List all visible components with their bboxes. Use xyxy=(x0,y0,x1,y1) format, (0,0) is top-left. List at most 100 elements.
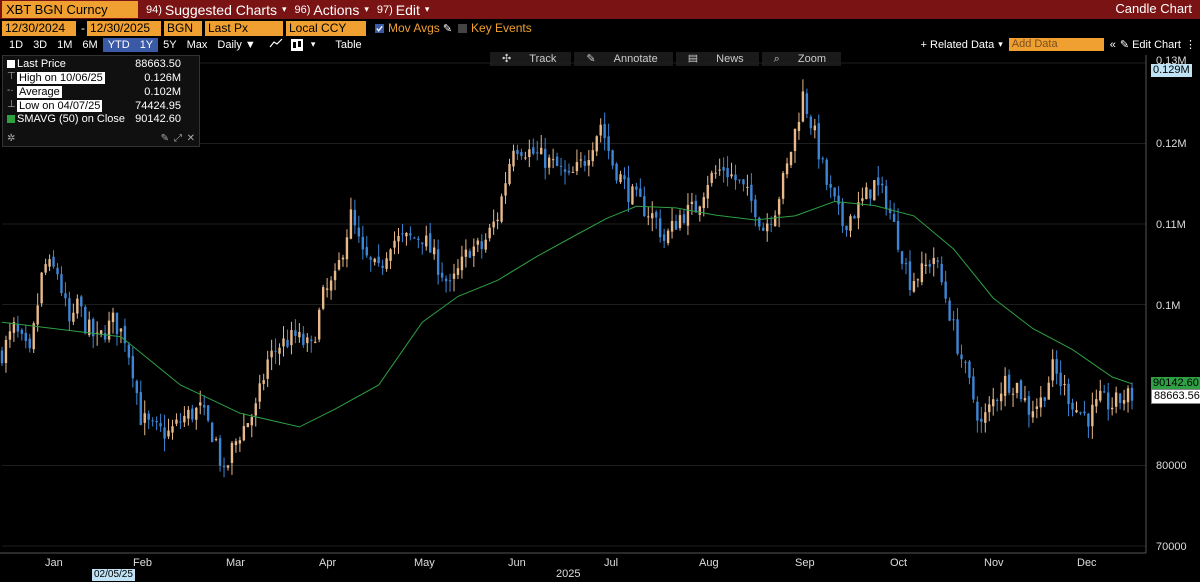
settings-icon[interactable]: ✲ xyxy=(7,133,15,144)
candle-body xyxy=(32,323,35,350)
legend-low-value: 74424.95 xyxy=(135,100,181,112)
candle-body xyxy=(1103,391,1106,393)
candle-body xyxy=(52,256,55,267)
legend-box[interactable]: Last Price 88663.50 ⊤ High on 10/06/25 0… xyxy=(2,55,200,147)
candle-body xyxy=(801,91,805,122)
close-icon[interactable]: ✕ xyxy=(187,133,195,144)
candle-body xyxy=(615,163,618,181)
candle-body xyxy=(139,392,142,425)
candle-body xyxy=(984,412,987,423)
candle-body xyxy=(734,174,737,181)
candle-body xyxy=(627,177,630,202)
candle-body xyxy=(286,339,289,347)
candle-body xyxy=(773,215,777,227)
expand-icon[interactable]: ⤢ xyxy=(174,133,182,144)
candle-body xyxy=(873,180,876,201)
candle-body xyxy=(524,157,527,159)
candle-body xyxy=(282,338,285,347)
candle-body xyxy=(44,264,47,273)
candle-body xyxy=(611,150,614,166)
candle-body xyxy=(647,216,650,218)
candle-body xyxy=(655,211,658,218)
candle-body xyxy=(635,186,638,190)
candle-body xyxy=(567,170,571,173)
candle-body xyxy=(892,213,896,222)
candle-body xyxy=(658,218,662,238)
candle-body xyxy=(389,249,392,261)
candle-body xyxy=(409,233,412,236)
candle-body xyxy=(294,330,297,336)
x-label-jul: Jul xyxy=(604,557,619,569)
candle-body xyxy=(107,320,111,340)
average-marker-icon: -· xyxy=(7,85,14,96)
candle-body xyxy=(706,185,709,199)
candle-body xyxy=(504,183,507,196)
candle-body xyxy=(670,220,674,232)
x-label-jan: Jan xyxy=(45,557,63,569)
legend-low-label: Low on 04/07/25 xyxy=(17,100,103,113)
candle-body xyxy=(337,260,341,270)
candle-body xyxy=(385,258,388,269)
candle-body xyxy=(936,260,939,262)
legend-high-label: High on 10/06/25 xyxy=(17,72,105,85)
candle-body xyxy=(84,306,87,334)
candle-body xyxy=(1075,410,1078,413)
candle-body xyxy=(464,249,468,257)
candle-body xyxy=(1043,397,1046,401)
candle-body xyxy=(916,279,920,281)
candle-body xyxy=(143,413,146,423)
candle-body xyxy=(171,426,174,433)
candle-body xyxy=(1067,383,1070,405)
candle-body xyxy=(956,319,959,354)
candle-body xyxy=(726,168,729,178)
candle-body xyxy=(1015,382,1019,393)
candle-body xyxy=(1118,393,1122,403)
x-label-dec: Dec xyxy=(1077,557,1097,569)
candle-body xyxy=(56,267,59,275)
candle-body xyxy=(425,235,428,247)
candle-body xyxy=(623,175,626,180)
candle-body xyxy=(516,149,519,155)
candle-body xyxy=(195,407,198,420)
candle-body xyxy=(968,361,971,378)
candle-body xyxy=(666,230,670,244)
candle-body xyxy=(559,165,563,167)
candle-body xyxy=(492,221,495,228)
candle-body xyxy=(72,312,75,322)
candle-body xyxy=(238,440,242,444)
candle-body xyxy=(877,177,880,186)
candle-body xyxy=(103,333,107,340)
candle-body xyxy=(674,221,678,230)
candle-body xyxy=(317,309,321,340)
candle-body xyxy=(805,93,809,114)
candle-body xyxy=(24,332,27,341)
candle-body xyxy=(1122,400,1126,404)
candle-body xyxy=(341,257,345,260)
candle-body xyxy=(904,263,908,265)
candle-body xyxy=(1126,388,1130,403)
candle-body xyxy=(159,423,162,427)
candle-body xyxy=(250,416,253,426)
sma-line xyxy=(1,200,1133,428)
candle-body xyxy=(349,209,353,239)
candle-body xyxy=(151,420,154,422)
candle-body xyxy=(952,319,955,321)
candle-body xyxy=(401,233,404,235)
candle-body xyxy=(452,273,456,279)
candle-body xyxy=(746,186,749,188)
pin-icon[interactable]: ✎ xyxy=(161,133,169,144)
candle-body xyxy=(536,152,539,154)
candle-body xyxy=(1019,380,1023,400)
candle-body xyxy=(532,147,535,154)
candle-body xyxy=(928,264,931,267)
candle-body xyxy=(325,288,329,290)
candle-body xyxy=(607,136,610,151)
candle-body xyxy=(603,124,606,139)
legend-high-value: 0.126M xyxy=(144,72,181,84)
candle-body xyxy=(203,405,206,408)
candle-body xyxy=(1095,399,1098,407)
candle-body xyxy=(948,300,951,321)
candle-body xyxy=(369,257,372,260)
candle-body xyxy=(310,339,313,341)
candle-body xyxy=(769,223,773,225)
